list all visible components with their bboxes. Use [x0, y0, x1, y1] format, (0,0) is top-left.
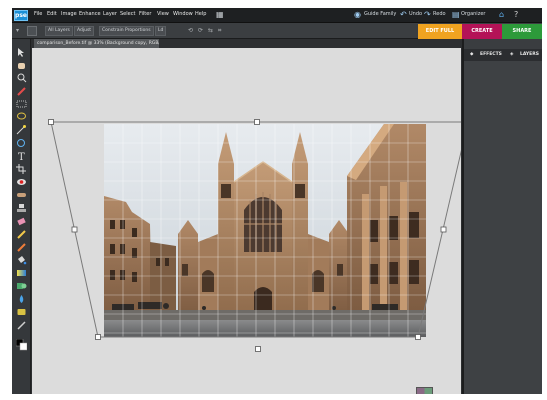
menu-layer[interactable]: Layer	[103, 11, 117, 17]
healing-brush-icon[interactable]	[16, 190, 27, 200]
organizer-button[interactable]: Organizer	[461, 11, 485, 17]
workspace-icon[interactable]: ▦	[216, 10, 224, 20]
all-layers-label: All Layers	[48, 28, 70, 33]
help-icon[interactable]: ?	[514, 10, 518, 20]
tab-effects[interactable]: EFFECTS	[480, 49, 502, 61]
flip-icon[interactable]: ⇆	[208, 27, 213, 34]
type-tool-icon[interactable]: T	[16, 151, 27, 161]
smart-brush-icon[interactable]	[16, 242, 27, 252]
crop-tool-icon[interactable]	[16, 164, 27, 174]
handle-top-left	[48, 119, 54, 125]
menu-edit[interactable]: Edit	[47, 11, 57, 17]
shape-tool-icon[interactable]	[16, 281, 27, 291]
adjust-checkbox[interactable]: Adjust	[74, 26, 95, 36]
menu-file[interactable]: File	[34, 11, 42, 17]
perspective-transform-box[interactable]	[32, 48, 461, 394]
tab-edit-full[interactable]: EDIT FULL	[418, 24, 462, 39]
reference-label: Ld	[158, 28, 164, 33]
adjust-label: Adjust	[77, 28, 92, 33]
handle-left-middle	[71, 226, 78, 233]
handle-bottom-right	[415, 334, 421, 340]
eyedropper-icon[interactable]	[16, 86, 27, 96]
rotate-left-icon[interactable]: ⟲	[188, 27, 193, 34]
tab-layers[interactable]: LAYERS	[520, 49, 539, 61]
svg-text:T: T	[18, 152, 25, 161]
move-tool-icon[interactable]	[16, 47, 27, 57]
menu-image[interactable]: Image	[61, 11, 77, 17]
tab-share[interactable]: SHARE	[502, 24, 542, 39]
photo-editor-window: pse File Edit Image Enhance Layer Select…	[12, 8, 542, 394]
paint-bucket-icon[interactable]	[16, 255, 27, 265]
all-layers-checkbox[interactable]: All Layers	[45, 26, 73, 36]
commit-cancel-buttons[interactable]	[416, 387, 433, 394]
guide-search[interactable]: Guide Family	[364, 11, 396, 17]
rotate-right-icon[interactable]: ⟳	[198, 27, 203, 34]
brush-icon[interactable]	[16, 229, 27, 239]
align-icon[interactable]: ⌗	[218, 27, 221, 35]
organizer-icon[interactable]: ▤	[452, 10, 460, 20]
search-icon[interactable]: ◉	[354, 10, 361, 20]
hand-tool-icon[interactable]	[16, 60, 27, 70]
blur-tool-icon[interactable]	[16, 294, 27, 304]
handle-top-center	[254, 119, 260, 125]
constrain-proportions-checkbox[interactable]: Constrain Proportions	[99, 26, 154, 36]
tool-preset-icon[interactable]: ▾	[16, 27, 19, 34]
handle-bottom-left	[95, 334, 101, 340]
menu-help[interactable]: Help	[195, 11, 206, 17]
sponge-tool-icon[interactable]	[16, 307, 27, 317]
redo-icon[interactable]: ↷	[424, 10, 431, 20]
panel-bin: ◆ EFFECTS ◈ LAYERS	[462, 39, 542, 394]
grid-tool-icon[interactable]	[27, 26, 37, 36]
undo-button[interactable]: Undo	[409, 11, 422, 17]
menu-filter[interactable]: Filter	[139, 11, 151, 17]
home-icon[interactable]: ⌂	[499, 10, 504, 20]
menu-window[interactable]: Window	[173, 11, 193, 17]
eraser-icon[interactable]	[16, 216, 27, 226]
effects-tab-icon[interactable]: ◆	[470, 49, 473, 61]
app-logo[interactable]: pse	[14, 10, 28, 21]
clone-stamp-icon[interactable]	[16, 203, 27, 213]
magic-wand-icon[interactable]	[16, 125, 27, 135]
handle-right-middle	[440, 226, 447, 233]
menu-bar: pse File Edit Image Enhance Layer Select…	[12, 8, 542, 23]
gradient-icon[interactable]	[16, 268, 27, 278]
constrain-label: Constrain Proportions	[102, 28, 151, 33]
menu-view[interactable]: View	[157, 11, 169, 17]
toolbox: T	[12, 39, 31, 394]
undo-icon[interactable]: ↶	[400, 10, 407, 20]
panel-tabs: ◆ EFFECTS ◈ LAYERS	[464, 49, 542, 61]
quick-selection-icon[interactable]	[16, 138, 27, 148]
layers-tab-icon[interactable]: ◈	[510, 49, 513, 61]
canvas-area[interactable]	[32, 48, 461, 394]
panel-content	[464, 61, 542, 394]
handle-bottom-center	[255, 346, 261, 352]
redo-button[interactable]: Redo	[433, 11, 446, 17]
pencil-icon[interactable]	[16, 320, 27, 330]
marquee-icon[interactable]	[16, 99, 27, 109]
red-eye-icon[interactable]	[16, 177, 27, 187]
tab-create[interactable]: CREATE	[462, 24, 502, 39]
color-swatches-icon[interactable]	[16, 339, 27, 351]
reference-point-select[interactable]: Ld	[155, 26, 167, 36]
menu-select[interactable]: Select	[120, 11, 135, 17]
document-tab[interactable]: comparison_Before.tif @ 33% (Background …	[34, 39, 159, 48]
lasso-icon[interactable]	[16, 112, 27, 122]
menu-enhance[interactable]: Enhance	[79, 11, 101, 17]
zoom-tool-icon[interactable]	[16, 73, 27, 83]
